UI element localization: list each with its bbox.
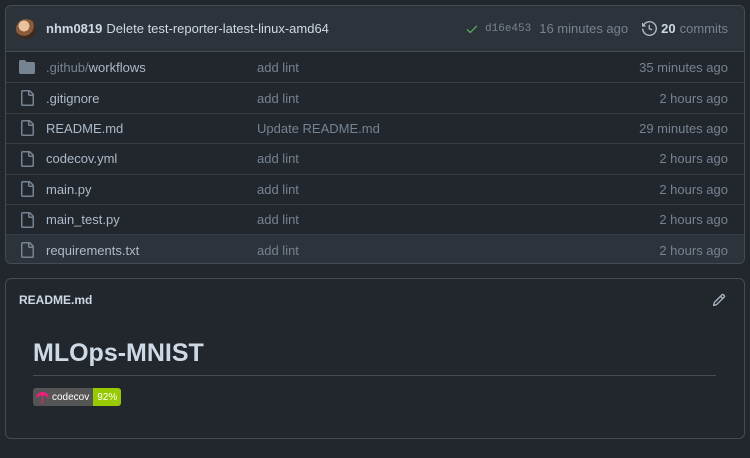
file-row[interactable]: main.py add lint 2 hours ago [6, 173, 744, 204]
file-icon [19, 211, 35, 228]
codecov-badge[interactable]: codecov 92% [33, 388, 122, 406]
file-name-link[interactable]: codecov.yml [46, 151, 257, 166]
file-age: 35 minutes ago [639, 59, 728, 75]
file-age: 2 hours ago [659, 151, 728, 167]
file-name-link[interactable]: .gitignore [46, 91, 257, 106]
commits-count[interactable]: 20 [661, 21, 675, 36]
commit-age: 16 minutes ago [539, 21, 629, 36]
readme-heading: MLOps-MNIST [33, 339, 716, 376]
file-icon [19, 150, 35, 167]
file-path-prefix[interactable]: .github/ [46, 60, 89, 75]
file-age: 2 hours ago [659, 181, 728, 197]
file-name-link[interactable]: requirements.txt [46, 243, 257, 258]
commit-message-link[interactable]: Delete test-reporter-latest-linux-amd64 [106, 21, 329, 36]
file-row[interactable]: README.md Update README.md 29 minutes ag… [6, 112, 744, 143]
repo-file-browser: nhm0819 Delete test-reporter-latest-linu… [5, 5, 745, 264]
avatar[interactable] [16, 18, 36, 39]
readme-title-link[interactable]: README.md [19, 293, 92, 307]
history-icon[interactable] [642, 21, 658, 36]
file-age: 2 hours ago [659, 212, 728, 228]
file-row[interactable]: .github/workflows add lint 35 minutes ag… [6, 52, 744, 82]
file-name-link[interactable]: .github/workflows [46, 60, 257, 75]
file-age: 29 minutes ago [639, 120, 728, 136]
file-commit-message[interactable]: add lint [257, 243, 659, 258]
readme-panel: README.md MLOps-MNIST codecov 92% [5, 278, 745, 439]
commit-author-link[interactable]: nhm0819 [46, 21, 102, 36]
file-icon [19, 181, 35, 198]
commit-sha-link[interactable]: d16e453 [485, 23, 531, 35]
latest-commit-bar: nhm0819 Delete test-reporter-latest-linu… [6, 6, 744, 52]
file-name[interactable]: workflows [89, 60, 146, 75]
file-row[interactable]: main_test.py add lint 2 hours ago [6, 203, 744, 234]
commit-meta: d16e453 16 minutes ago 20 commits [465, 21, 728, 36]
file-row[interactable]: .gitignore add lint 2 hours ago [6, 82, 744, 112]
file-commit-message[interactable]: add lint [257, 91, 659, 106]
file-icon [19, 120, 35, 137]
commits-label[interactable]: commits [680, 21, 728, 36]
file-age: 2 hours ago [659, 242, 728, 258]
file-age: 2 hours ago [659, 90, 728, 106]
file-commit-message[interactable]: add lint [257, 151, 659, 166]
file-commit-message[interactable]: add lint [257, 60, 639, 75]
badge-label: codecov [52, 391, 90, 403]
file-icon [19, 90, 35, 107]
check-icon[interactable] [465, 22, 479, 36]
file-list: .github/workflows add lint 35 minutes ag… [6, 52, 744, 263]
file-name-link[interactable]: main_test.py [46, 212, 257, 227]
file-commit-message[interactable]: Update README.md [257, 121, 639, 136]
readme-header: README.md [6, 279, 744, 321]
file-row[interactable]: requirements.txt add lint 2 hours ago [6, 234, 744, 263]
folder-icon [19, 59, 35, 75]
file-commit-message[interactable]: add lint [257, 212, 659, 227]
pencil-icon[interactable] [712, 293, 726, 307]
readme-content: MLOps-MNIST codecov 92% [6, 321, 744, 406]
file-row[interactable]: codecov.yml add lint 2 hours ago [6, 143, 744, 173]
file-icon [19, 242, 35, 259]
umbrella-icon [36, 391, 49, 403]
file-name-link[interactable]: README.md [46, 121, 257, 136]
badge-label-section: codecov [33, 388, 94, 406]
file-commit-message[interactable]: add lint [257, 182, 659, 197]
file-name-link[interactable]: main.py [46, 182, 257, 197]
badge-value: 92% [93, 388, 122, 406]
